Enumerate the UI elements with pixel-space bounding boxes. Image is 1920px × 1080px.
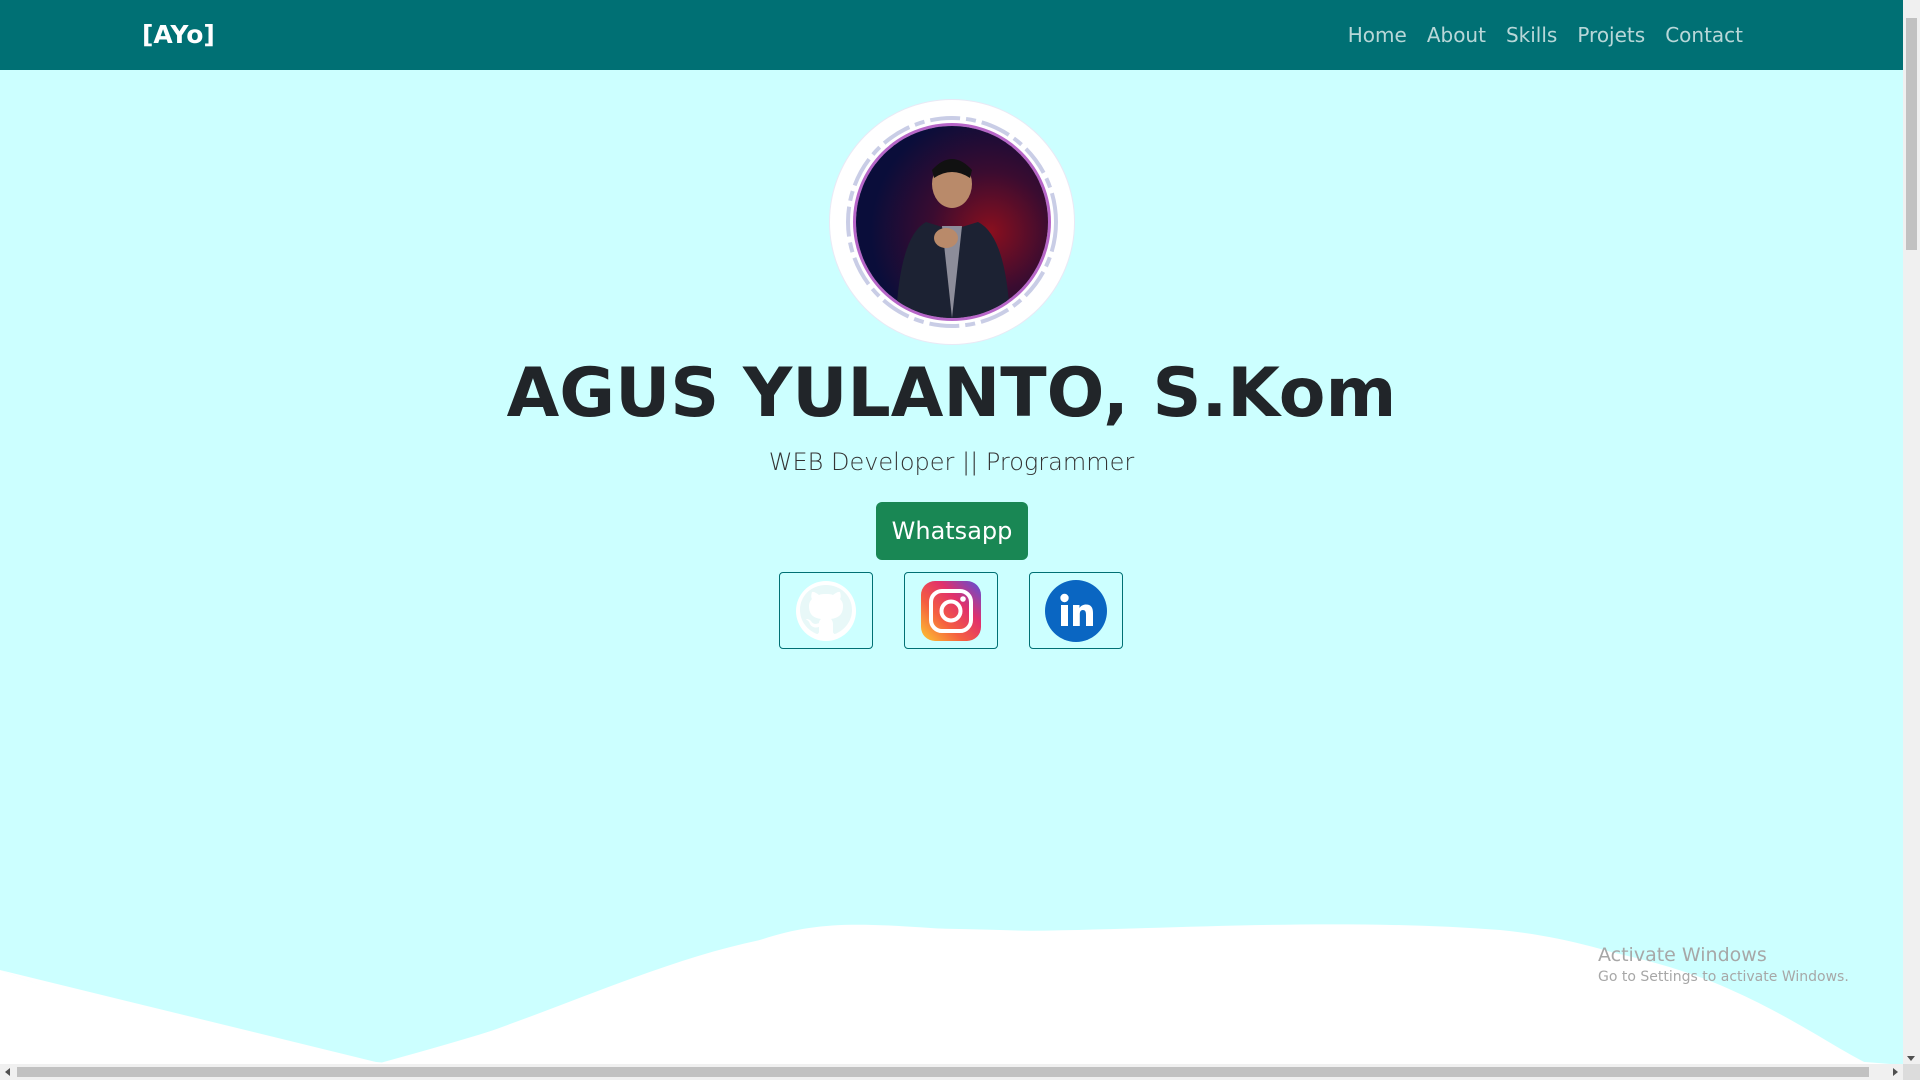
horizontal-scrollbar[interactable]	[0, 1064, 1903, 1080]
navbar: [AYo] Home About Skills Projets Contact	[0, 0, 1903, 70]
nav-links: Home About Skills Projets Contact	[1338, 0, 1753, 70]
watermark-subtitle: Go to Settings to activate Windows.	[1598, 969, 1849, 985]
page-subtitle: WEB Developer || Programmer	[768, 448, 1135, 476]
instagram-link[interactable]	[904, 572, 998, 649]
github-icon	[796, 580, 856, 641]
nav-link-contact[interactable]: Contact	[1655, 23, 1753, 47]
scroll-right-arrow-icon[interactable]	[1893, 1068, 1898, 1076]
brand-logo[interactable]: [AYo]	[142, 0, 215, 70]
windows-activation-watermark: Activate Windows Go to Settings to activ…	[1598, 944, 1849, 985]
scroll-down-arrow-icon[interactable]	[1907, 1056, 1915, 1061]
whatsapp-button[interactable]: Whatsapp	[876, 502, 1028, 560]
bottom-wave-decoration	[0, 924, 1903, 1065]
instagram-icon	[921, 580, 981, 641]
nav-link-home[interactable]: Home	[1338, 23, 1417, 47]
profile-photo	[856, 126, 1048, 318]
scroll-left-arrow-icon[interactable]	[5, 1068, 10, 1076]
nav-link-projets[interactable]: Projets	[1567, 23, 1655, 47]
scrollbar-corner	[1903, 1064, 1920, 1080]
linkedin-icon	[1045, 579, 1107, 642]
nav-link-about[interactable]: About	[1417, 23, 1496, 47]
profile-avatar-frame	[830, 100, 1074, 344]
page-title: AGUS YULANTO, S.Kom	[506, 354, 1397, 433]
horizontal-scrollbar-thumb[interactable]	[17, 1067, 1869, 1077]
github-link[interactable]	[779, 572, 873, 649]
vertical-scrollbar[interactable]	[1903, 0, 1920, 1064]
nav-link-skills[interactable]: Skills	[1496, 23, 1567, 47]
person-silhouette-icon	[896, 159, 1010, 318]
watermark-title: Activate Windows	[1598, 944, 1767, 966]
vertical-scrollbar-thumb[interactable]	[1906, 18, 1917, 250]
linkedin-link[interactable]	[1029, 572, 1123, 649]
